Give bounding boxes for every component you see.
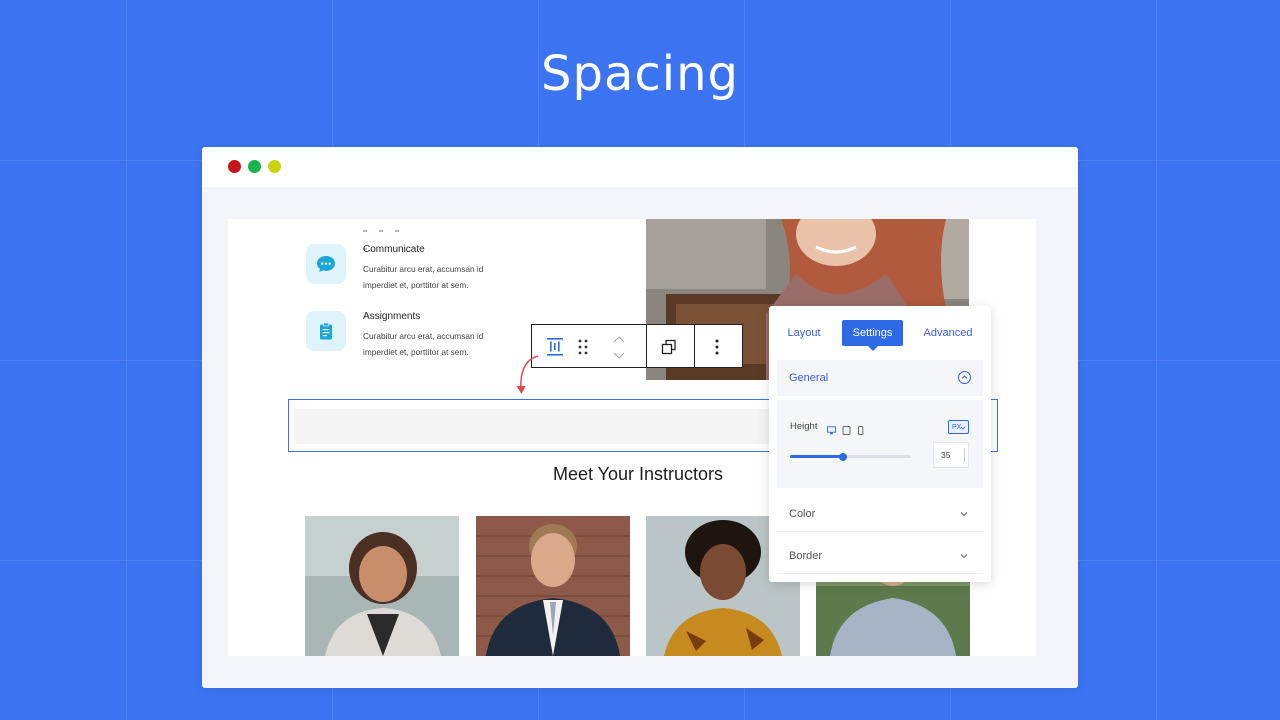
chevron-down-icon xyxy=(960,426,966,430)
move-up-icon[interactable] xyxy=(612,333,626,345)
drag-handle-icon[interactable] xyxy=(576,337,590,357)
spacer-block-icon[interactable] xyxy=(544,335,566,357)
slider-fill xyxy=(790,455,844,458)
feature-title: Communicate xyxy=(363,244,425,255)
toolbar-divider xyxy=(694,325,695,367)
chevron-down-icon[interactable] xyxy=(959,551,969,561)
height-input[interactable]: 35 xyxy=(933,442,969,468)
color-section-title: Color xyxy=(789,508,816,520)
clipped-text-line xyxy=(363,219,421,250)
feature-description: Curabitur arcu erat, accumsan id imperdi… xyxy=(363,331,484,357)
instructor-photo xyxy=(305,516,459,656)
move-down-icon[interactable] xyxy=(612,348,626,360)
general-section-title: General xyxy=(789,372,829,384)
unit-select[interactable]: PX xyxy=(948,420,969,434)
curved-arrow-icon xyxy=(511,353,541,399)
mobile-icon[interactable] xyxy=(856,422,865,435)
tab-settings[interactable]: Settings xyxy=(842,320,903,351)
chat-bubble-icon xyxy=(306,244,346,284)
tab-advanced[interactable]: Advanced xyxy=(917,320,979,346)
hero-title: Spacing xyxy=(541,46,739,102)
instructor-photo xyxy=(476,516,630,656)
feature-communicate: Communicate Curabitur arcu erat, accumsa… xyxy=(306,244,566,294)
duplicate-icon[interactable] xyxy=(660,338,678,356)
toolbar-divider xyxy=(646,325,647,367)
feature-title: Assignments xyxy=(363,311,421,322)
tablet-icon[interactable] xyxy=(842,422,851,435)
chevron-up-icon[interactable] xyxy=(958,371,971,384)
height-input-value: 35 xyxy=(941,450,951,460)
tab-layout[interactable]: Layout xyxy=(781,320,827,346)
height-slider[interactable] xyxy=(790,452,911,461)
maximize-dot-icon[interactable] xyxy=(268,160,281,173)
border-section-header[interactable]: Border xyxy=(777,538,983,574)
clipboard-icon xyxy=(306,311,346,351)
window-titlebar xyxy=(202,147,1078,187)
close-dot-icon[interactable] xyxy=(228,160,241,173)
chevron-down-icon[interactable] xyxy=(959,509,969,519)
general-section-body: Height PX 35 xyxy=(777,400,983,488)
border-section-title: Border xyxy=(789,550,823,562)
settings-panel: Layout Settings Advanced General Height … xyxy=(769,306,991,582)
block-toolbar xyxy=(531,324,743,368)
general-section-header[interactable]: General xyxy=(777,360,983,396)
input-stepper[interactable] xyxy=(964,448,965,462)
color-section-header[interactable]: Color xyxy=(777,496,983,532)
feature-description: Curabitur arcu erat, accumsan id imperdi… xyxy=(363,264,484,290)
more-options-icon[interactable] xyxy=(712,338,722,356)
desktop-icon[interactable] xyxy=(827,422,836,435)
height-label: Height xyxy=(790,421,818,432)
slider-thumb[interactable] xyxy=(839,452,848,461)
minimize-dot-icon[interactable] xyxy=(248,160,261,173)
